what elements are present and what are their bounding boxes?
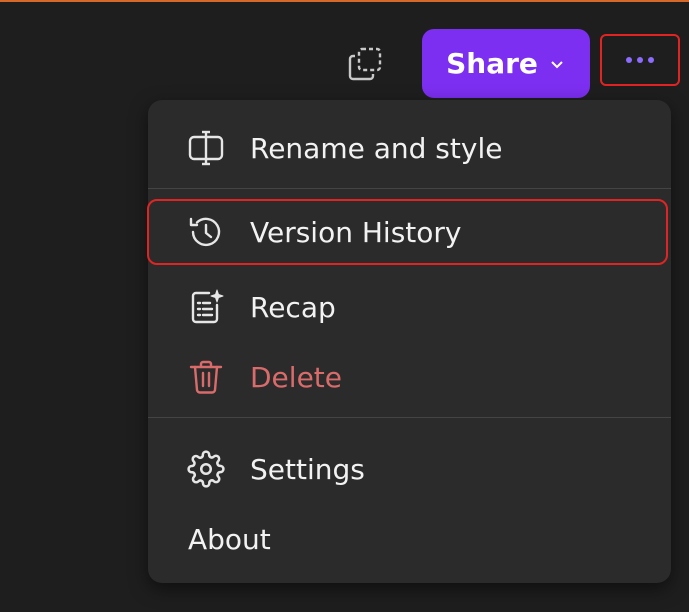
copy-icon [348, 47, 382, 81]
menu-item-delete[interactable]: Delete [148, 344, 671, 410]
share-button-label: Share [446, 47, 538, 80]
share-button[interactable]: Share [422, 29, 590, 98]
copy-button[interactable] [340, 42, 390, 86]
menu-item-label: Delete [250, 360, 342, 394]
rename-icon [186, 128, 226, 168]
menu-item-about[interactable]: About [148, 506, 671, 572]
menu-item-version-history[interactable]: Version History [147, 199, 668, 265]
menu-divider [148, 417, 671, 418]
gear-icon [186, 449, 226, 489]
menu-item-label: Rename and style [250, 131, 503, 165]
screen: Share Rename and style Version History R… [0, 0, 689, 612]
menu-item-label: About [188, 522, 271, 556]
menu-item-settings[interactable]: Settings [148, 436, 671, 502]
trash-icon [186, 357, 226, 397]
more-options-button[interactable] [600, 34, 680, 86]
top-accent-line [0, 0, 689, 2]
menu-item-label: Recap [250, 290, 336, 324]
history-icon [186, 212, 226, 252]
menu-item-label: Version History [250, 215, 462, 249]
menu-item-label: Settings [250, 452, 365, 486]
menu-divider [148, 188, 671, 189]
more-horizontal-icon [626, 57, 654, 63]
more-options-menu: Rename and style Version History Recap D… [147, 100, 671, 583]
menu-item-recap[interactable]: Recap [148, 274, 671, 340]
menu-item-rename-and-style[interactable]: Rename and style [148, 115, 671, 181]
chevron-down-icon [548, 55, 566, 73]
recap-icon [186, 287, 226, 327]
